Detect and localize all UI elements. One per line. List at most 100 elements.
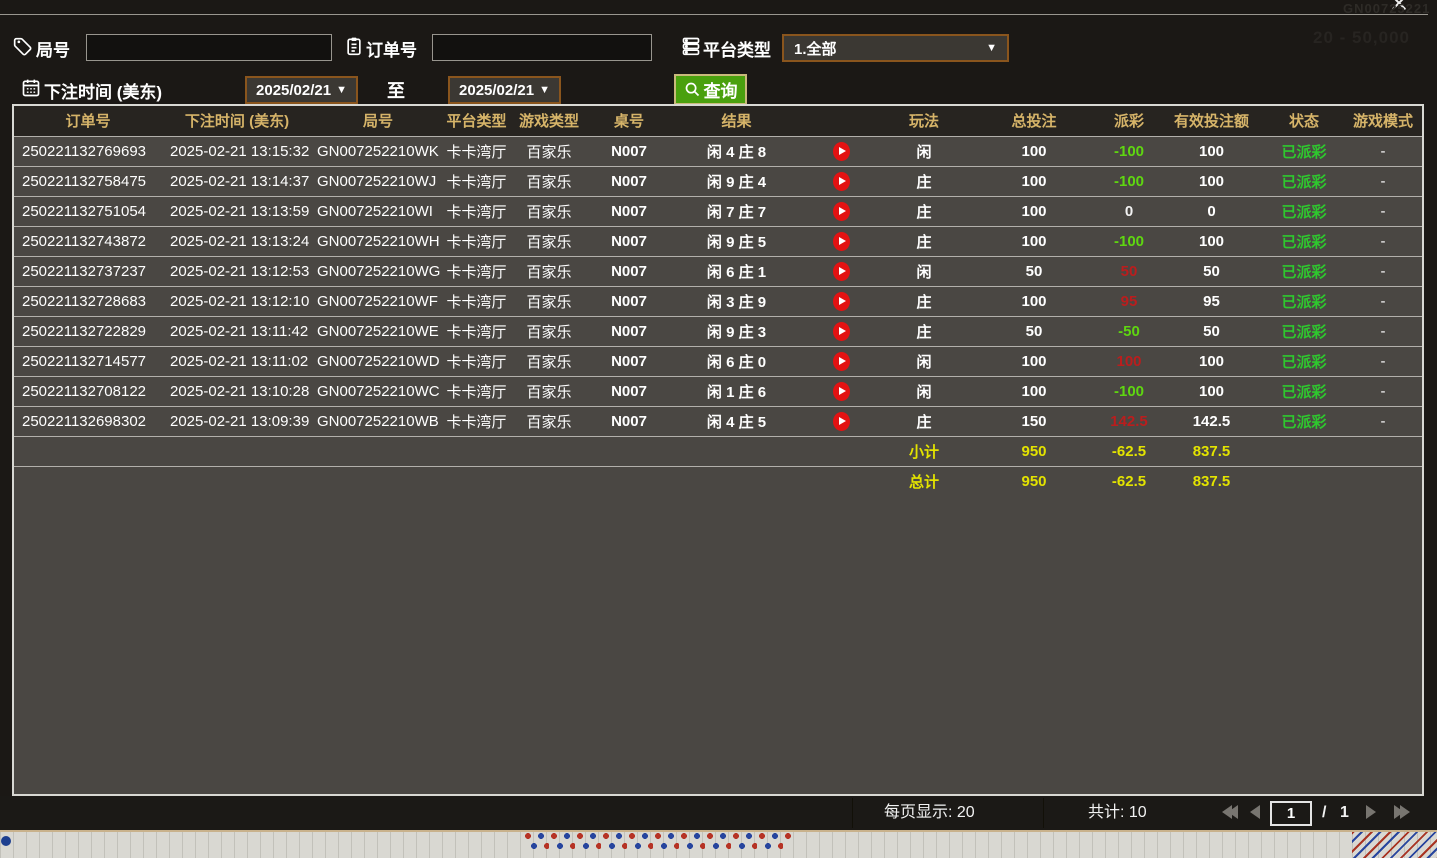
cell-time: 2025-02-21 13:13:24 — [162, 226, 312, 256]
last-page-button[interactable] — [1394, 805, 1410, 821]
next-page-button[interactable] — [1366, 805, 1376, 821]
cell-round_id: GN007252210WH — [312, 226, 444, 256]
first-page-button[interactable] — [1222, 805, 1238, 821]
bet-time-label: 下注时间 (美东) — [44, 78, 162, 103]
cell-table_no: N007 — [589, 406, 669, 436]
play-icon[interactable] — [833, 172, 850, 191]
total-payout: -62.5 — [1099, 466, 1159, 496]
cell-empty — [312, 436, 444, 466]
cell-order_id: 250221132714577 — [14, 346, 162, 376]
table-row: 2502211327510542025-02-21 13:13:59GN0072… — [14, 196, 1422, 226]
table-row: 2502211327696932025-02-21 13:15:32GN0072… — [14, 136, 1422, 166]
round-number-input[interactable] — [86, 34, 332, 61]
cell-replay — [804, 256, 879, 286]
caret-down-icon: ▼ — [336, 84, 347, 96]
cell-mode: - — [1344, 346, 1422, 376]
column-header-action — [804, 106, 879, 136]
subtotal-label: 小计 — [879, 436, 969, 466]
cell-order_id: 250221132728683 — [14, 286, 162, 316]
cell-table_no: N007 — [589, 226, 669, 256]
order-number-label: 订单号 — [366, 36, 417, 61]
cell-table_no: N007 — [589, 376, 669, 406]
cell-play: 闲 — [879, 136, 969, 166]
platform-type-label: 平台类型 — [703, 36, 771, 61]
cell-empty — [162, 436, 312, 466]
cell-play: 庄 — [879, 166, 969, 196]
cell-replay — [804, 136, 879, 166]
total-label: 总计 — [879, 466, 969, 496]
column-header-play: 玩法 — [879, 106, 969, 136]
cell-result: 闲 9 庄 4 — [669, 166, 804, 196]
cell-payout: 0 — [1099, 196, 1159, 226]
cell-empty — [1264, 466, 1344, 496]
play-icon[interactable] — [833, 412, 850, 431]
cell-mode: - — [1344, 256, 1422, 286]
title-bar — [0, 0, 1437, 16]
bead-road — [523, 832, 791, 858]
cell-platform: 卡卡湾厅 — [444, 166, 509, 196]
play-icon[interactable] — [833, 202, 850, 221]
play-icon[interactable] — [833, 262, 850, 281]
play-icon[interactable] — [833, 322, 850, 341]
cell-mode: - — [1344, 136, 1422, 166]
prev-page-button[interactable] — [1250, 805, 1260, 821]
cell-play: 庄 — [879, 406, 969, 436]
title-divider — [0, 14, 1428, 15]
cell-total_bet: 100 — [969, 196, 1099, 226]
per-page-value: 20 — [957, 804, 975, 821]
cell-status: 已派彩 — [1264, 346, 1344, 376]
total-count-value: 10 — [1129, 804, 1147, 821]
divider — [852, 798, 853, 828]
table-row: 2502211326983022025-02-21 13:09:39GN0072… — [14, 406, 1422, 436]
order-number-input[interactable] — [432, 34, 652, 61]
column-header-status: 状态 — [1264, 106, 1344, 136]
platform-type-select[interactable]: 1.全部 ▼ — [782, 34, 1009, 62]
cell-platform: 卡卡湾厅 — [444, 196, 509, 226]
table-row: 2502211327438722025-02-21 13:13:24GN0072… — [14, 226, 1422, 256]
cell-game_type: 百家乐 — [509, 286, 589, 316]
date-to-select[interactable]: 2025/02/21 ▼ — [448, 76, 561, 104]
cell-result: 闲 4 庄 8 — [669, 136, 804, 166]
column-header-result: 结果 — [669, 106, 804, 136]
cell-play: 庄 — [879, 286, 969, 316]
close-icon[interactable] — [1386, 0, 1412, 15]
cell-game_type: 百家乐 — [509, 226, 589, 256]
play-icon[interactable] — [833, 382, 850, 401]
search-button-label: 查询 — [704, 77, 738, 102]
cell-time: 2025-02-21 13:12:53 — [162, 256, 312, 286]
cell-game_type: 百家乐 — [509, 406, 589, 436]
cell-payout: 50 — [1099, 256, 1159, 286]
play-icon[interactable] — [833, 232, 850, 251]
cell-payout: -100 — [1099, 226, 1159, 256]
subtotal-payout: -62.5 — [1099, 436, 1159, 466]
column-header-round_id: 局号 — [312, 106, 444, 136]
cell-empty — [804, 466, 879, 496]
cell-status: 已派彩 — [1264, 256, 1344, 286]
page-total: 1 — [1340, 796, 1349, 830]
cell-replay — [804, 286, 879, 316]
cell-order_id: 250221132758475 — [14, 166, 162, 196]
cell-empty — [669, 466, 804, 496]
table-header-row: 订单号下注时间 (美东)局号平台类型游戏类型桌号结果玩法总投注派彩有效投注额状态… — [14, 106, 1422, 136]
cell-result: 闲 9 庄 3 — [669, 316, 804, 346]
divider — [1043, 798, 1044, 828]
cell-platform: 卡卡湾厅 — [444, 256, 509, 286]
cell-round_id: GN007252210WI — [312, 196, 444, 226]
page-number-input[interactable] — [1270, 801, 1312, 826]
date-from-select[interactable]: 2025/02/21 ▼ — [245, 76, 358, 104]
cell-total_bet: 100 — [969, 166, 1099, 196]
total-total-bet: 950 — [969, 466, 1099, 496]
cell-result: 闲 6 庄 0 — [669, 346, 804, 376]
search-button[interactable]: 查询 — [674, 74, 747, 105]
play-icon[interactable] — [833, 292, 850, 311]
cell-round_id: GN007252210WJ — [312, 166, 444, 196]
cell-order_id: 250221132722829 — [14, 316, 162, 346]
cell-time: 2025-02-21 13:09:39 — [162, 406, 312, 436]
cell-platform: 卡卡湾厅 — [444, 376, 509, 406]
cell-table_no: N007 — [589, 166, 669, 196]
play-icon[interactable] — [833, 352, 850, 371]
cell-round_id: GN007252210WD — [312, 346, 444, 376]
play-icon[interactable] — [833, 142, 850, 161]
cell-empty — [444, 436, 509, 466]
cell-time: 2025-02-21 13:10:28 — [162, 376, 312, 406]
